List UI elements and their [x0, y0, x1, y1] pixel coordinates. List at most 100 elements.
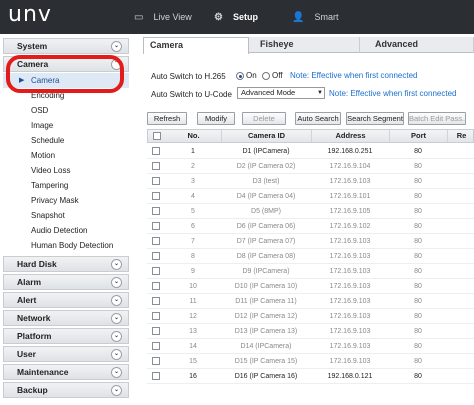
sidebar-section-network[interactable]: Network ⌄ [3, 310, 129, 326]
row-checkbox[interactable] [152, 222, 160, 230]
row-address: 172.16.9.103 [329, 328, 371, 335]
row-checkbox[interactable] [152, 267, 160, 275]
table-row[interactable]: 16 D16 (IP Camera 16) 192.168.0.121 80 [147, 369, 474, 384]
sidebar-item-schedule[interactable]: Schedule [3, 133, 129, 148]
sidebar-item-video-loss[interactable]: Video Loss [3, 163, 129, 178]
h265-off-label: Off [272, 71, 283, 80]
table-row[interactable]: 12 D12 (IP Camera 12) 172.16.9.103 80 [147, 309, 474, 324]
row-checkbox[interactable] [152, 237, 160, 245]
col-address: Address [312, 130, 390, 142]
row-checkbox[interactable] [152, 297, 160, 305]
sidebar-item-image[interactable]: Image [3, 118, 129, 133]
row-camera-id: D9 (IPCamera) [242, 268, 290, 275]
row-camera-id: D2 (IP Camera 02) [236, 163, 296, 170]
tab-camera[interactable]: Camera [143, 37, 249, 54]
sidebar-section-maintenance[interactable]: Maintenance ⌄ [3, 364, 129, 380]
tab-fisheye[interactable]: Fisheye [254, 37, 360, 53]
row-checkbox[interactable] [152, 177, 160, 185]
table-row[interactable]: 11 D11 (IP Camera 11) 172.16.9.103 80 [147, 294, 474, 309]
h265-label: Auto Switch to H.265 [151, 72, 226, 81]
ucode-note: Note: Effective when first connected [329, 89, 457, 98]
row-number: 14 [189, 343, 197, 350]
ucode-select[interactable]: Advanced Mode ▼ [237, 87, 325, 99]
search-segment-button[interactable]: Search Segment [346, 112, 404, 125]
row-camera-id: D8 (IP Camera 08) [236, 253, 296, 260]
sidebar-section-label: Alarm [17, 277, 42, 287]
row-checkbox[interactable] [152, 147, 160, 155]
sidebar-item-snapshot[interactable]: Snapshot [3, 208, 129, 223]
row-camera-id: D1 (IPCamera) [242, 148, 290, 155]
row-checkbox[interactable] [152, 282, 160, 290]
table-row[interactable]: 9 D9 (IPCamera) 172.16.9.103 80 [147, 264, 474, 279]
chevron-down-icon: ⌄ [111, 295, 122, 306]
sidebar-section-backup[interactable]: Backup ⌄ [3, 382, 129, 398]
tab-advanced[interactable]: Advanced [365, 37, 474, 53]
nav-live-view[interactable]: ▭ Live View [134, 0, 192, 34]
row-checkbox[interactable] [152, 192, 160, 200]
table-row[interactable]: 10 D10 (IP Camera 10) 172.16.9.103 80 [147, 279, 474, 294]
table-row[interactable]: 3 D3 (test) 172.16.9.103 80 [147, 174, 474, 189]
chevron-down-icon: ⌄ [111, 259, 122, 270]
sidebar-item-human-body-detection[interactable]: Human Body Detection [3, 238, 129, 253]
row-checkbox[interactable] [152, 327, 160, 335]
delete-button[interactable]: Delete [242, 112, 286, 125]
sidebar-item-osd[interactable]: OSD [3, 103, 129, 118]
sidebar-item-motion[interactable]: Motion [3, 148, 129, 163]
sidebar-section-label: User [17, 349, 36, 359]
row-camera-id: D13 (IP Camera 13) [234, 328, 298, 335]
table-row[interactable]: 5 D5 (8MP) 172.16.9.105 80 [147, 204, 474, 219]
sidebar-section-alarm[interactable]: Alarm ⌄ [3, 274, 129, 290]
table-row[interactable]: 2 D2 (IP Camera 02) 172.16.9.104 80 [147, 159, 474, 174]
table-row[interactable]: 8 D8 (IP Camera 08) 172.16.9.103 80 [147, 249, 474, 264]
table-row[interactable]: 6 D6 (IP Camera 06) 172.16.9.102 80 [147, 219, 474, 234]
sidebar-section-platform[interactable]: Platform ⌄ [3, 328, 129, 344]
select-all-checkbox[interactable] [153, 132, 161, 140]
table-row[interactable]: 7 D7 (IP Camera 07) 172.16.9.103 80 [147, 234, 474, 249]
batch-edit-password-button[interactable]: Batch Edit Pass... [408, 112, 466, 125]
sidebar-section-alert[interactable]: Alert ⌄ [3, 292, 129, 308]
monitor-icon: ▭ [134, 11, 144, 23]
modify-button[interactable]: Modify [197, 112, 235, 125]
row-address: 192.168.0.121 [327, 373, 373, 380]
row-camera-id: D16 (IP Camera 16) [234, 373, 298, 380]
row-checkbox[interactable] [152, 207, 160, 215]
table-row[interactable]: 15 D15 (IP Camera 15) 172.16.9.103 80 [147, 354, 474, 369]
table-row[interactable]: 14 D14 (IPCamera) 172.16.9.103 80 [147, 339, 474, 354]
refresh-button[interactable]: Refresh [147, 112, 187, 125]
auto-search-button[interactable]: Auto Search [295, 112, 341, 125]
sidebar-item-tampering[interactable]: Tampering [3, 178, 129, 193]
sidebar-section-user[interactable]: User ⌄ [3, 346, 129, 362]
row-address: 172.16.9.103 [329, 268, 371, 275]
sidebar-item-label: Image [31, 121, 54, 130]
sidebar-item-label: Human Body Detection [31, 241, 114, 250]
row-address: 172.16.9.103 [329, 178, 371, 185]
sidebar-item-label: Tampering [31, 181, 69, 190]
row-camera-id: D5 (8MP) [251, 208, 281, 215]
sidebar-item-audio-detection[interactable]: Audio Detection [3, 223, 129, 238]
row-number: 13 [189, 328, 197, 335]
h265-on-radio[interactable] [236, 72, 244, 80]
col-remote: Re [456, 131, 467, 140]
row-checkbox[interactable] [152, 252, 160, 260]
nav-setup[interactable]: ⚙ Setup [214, 0, 258, 34]
row-number: 8 [191, 253, 195, 260]
sidebar-item-privacy-mask[interactable]: Privacy Mask [3, 193, 129, 208]
chevron-down-icon: ⌄ [111, 331, 122, 342]
row-address: 172.16.9.104 [329, 163, 371, 170]
nav-smart[interactable]: 👤 Smart [292, 0, 338, 34]
sidebar-section-label: System [17, 41, 48, 51]
row-number: 4 [191, 193, 195, 200]
main-panel: Camera Fisheye Advanced Auto Switch to H… [143, 37, 474, 405]
table-row[interactable]: 13 D13 (IP Camera 13) 172.16.9.103 80 [147, 324, 474, 339]
sidebar-section-system[interactable]: System ⌄ [3, 38, 129, 54]
table-row[interactable]: 4 D4 (IP Camera 04) 172.16.9.101 80 [147, 189, 474, 204]
row-number: 7 [191, 238, 195, 245]
table-row[interactable]: 1 D1 (IPCamera) 192.168.0.251 80 [147, 144, 474, 159]
row-checkbox[interactable] [152, 372, 160, 380]
sidebar-section-hard-disk[interactable]: Hard Disk ⌄ [3, 256, 129, 272]
row-checkbox[interactable] [152, 357, 160, 365]
h265-off-radio[interactable] [262, 72, 270, 80]
row-checkbox[interactable] [152, 342, 160, 350]
row-checkbox[interactable] [152, 312, 160, 320]
row-checkbox[interactable] [152, 162, 160, 170]
